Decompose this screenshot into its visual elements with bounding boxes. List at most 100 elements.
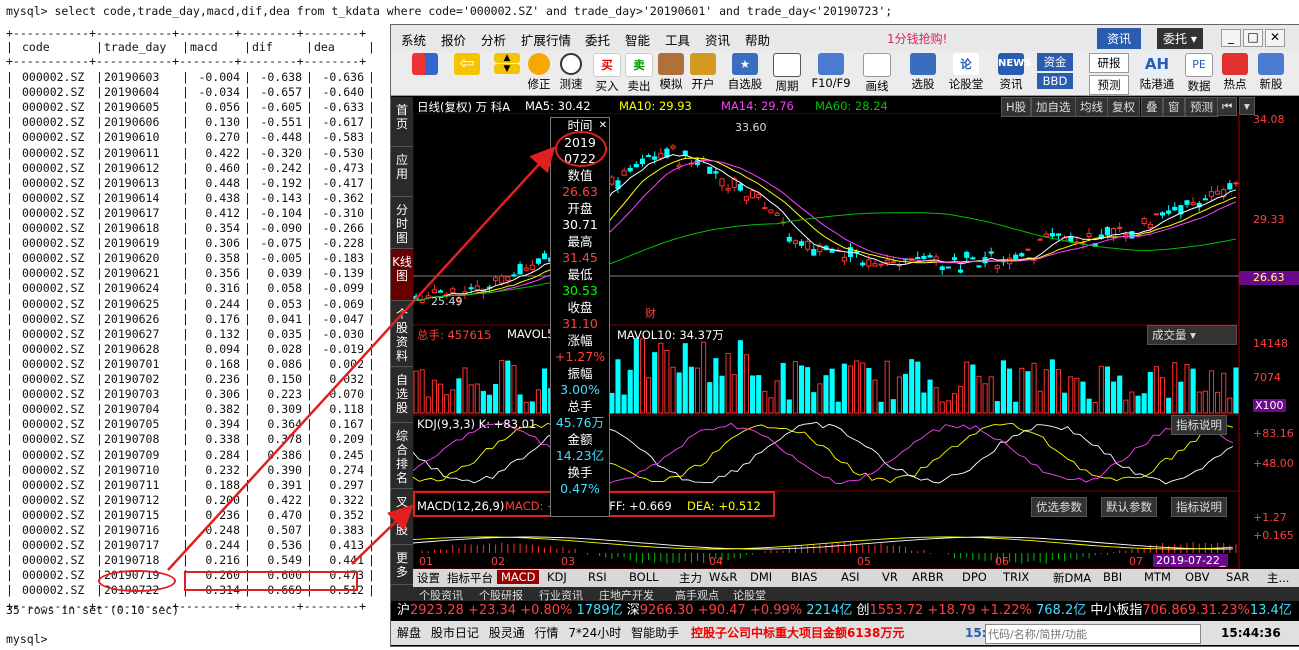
research-button[interactable]: 研报 预测 [1089,53,1129,95]
tooltip-close-icon[interactable]: ✕ [599,118,607,135]
candle [805,241,811,250]
tab-indicator-15[interactable]: 新DMA [1053,570,1091,586]
zx-index[interactable]: 706.869.3 [1142,603,1208,618]
period-button[interactable]: 周期 [771,53,803,94]
hk-connect-button[interactable]: AH 陆港通 [1137,53,1177,92]
menu-trade[interactable]: 委托 [585,30,610,49]
bbd-label[interactable]: BBD [1037,73,1073,89]
restore-icon[interactable]: □ [1243,29,1263,47]
tab-indicator-7[interactable]: W&R [709,570,737,584]
status-analysis[interactable]: 解盘 [397,626,421,640]
volume-bar [1104,366,1111,414]
tab-indicator-10[interactable]: ASI [841,570,860,584]
financial-report-marker[interactable]: 财 [645,305,656,321]
side-tab-intraday[interactable]: 分时图 [391,197,413,249]
tab-indicator-11[interactable]: VR [882,570,898,584]
kdj-explain-button[interactable]: 指标说明 [1171,415,1227,435]
open-account-button[interactable]: 开户 [687,53,719,92]
tab-indicator-3[interactable]: KDJ [547,570,567,584]
sell-button[interactable]: 卖卖出 [623,53,655,94]
menu-smart[interactable]: 智能 [625,30,650,49]
tab-indicator-19[interactable]: SAR [1226,570,1249,584]
side-tab-diagnose[interactable]: 叉诊股 [391,489,413,545]
tab-indicator-0[interactable]: 设置 [417,570,440,586]
menu-ext-market[interactable]: 扩展行情 [521,30,571,49]
close-icon[interactable]: ✕ [1265,29,1285,47]
tab-indicator-8[interactable]: DMI [750,570,772,584]
back-button[interactable]: ⇦ [451,53,483,76]
watchlist-button[interactable]: ★ 自选股 [725,53,765,92]
volume-bar [982,383,988,414]
info-button[interactable]: 资讯 [1097,28,1142,49]
tab-indicator-9[interactable]: BIAS [791,570,817,584]
menu-system[interactable]: 系统 [401,30,426,49]
sh-index[interactable]: 2923.28 [410,603,464,618]
simulate-button[interactable]: 模拟 [655,53,687,92]
draw-line-button[interactable]: 画线 [861,53,893,94]
tab-indicator-1[interactable]: 指标平台 [447,570,493,586]
stock-picker-button[interactable]: 选股 [907,53,939,92]
hotspot-button[interactable]: 热点 [1219,53,1251,92]
menu-analysis[interactable]: 分析 [481,30,506,49]
trade-dropdown[interactable]: 委托 ▾ [1157,28,1203,49]
forum-button[interactable]: 论论股堂 [947,53,985,92]
cell-dea: 0.413 [329,538,364,553]
side-tab-home[interactable]: 首页 [391,97,413,147]
tab-indicator-12[interactable]: ARBR [912,570,944,584]
tab-indicator-4[interactable]: RSI [588,570,607,584]
optimal-params-button[interactable]: 优选参数 [1031,497,1087,517]
volume-bar [468,384,474,414]
mavol10-label: MAVOL10: 34.37万 [617,328,724,342]
cy-index[interactable]: 1553.72 [870,603,924,618]
default-params-button[interactable]: 默认参数 [1101,497,1157,517]
buy-button[interactable]: 买买入 [591,53,623,94]
tab-macd-active[interactable]: MACD [497,570,540,584]
status-quotes[interactable]: 行情 [535,626,559,640]
side-tab-apps[interactable]: 应用 [391,147,413,197]
tab-indicator-17[interactable]: MTM [1144,570,1171,584]
forecast-label[interactable]: 预测 [1089,75,1129,95]
indicator-select[interactable]: 成交量 ▾ [1147,325,1237,345]
news-button[interactable]: NEWS 资讯 [995,53,1031,92]
f10-button[interactable]: F10/F9 [811,53,851,90]
ipo-button[interactable]: 新股 [1255,53,1287,92]
side-tab-watchlist[interactable]: 自选股 [391,367,413,423]
cell-day: 20190613 [104,175,160,190]
tab-indicator-5[interactable]: BOLL [629,570,659,584]
side-tab-profile[interactable]: 个股资料 [391,301,413,367]
side-tab-ranking[interactable]: 综合排名 [391,423,413,489]
cell-code: 000002.SZ [22,221,85,235]
side-tab-more[interactable]: 更多 [391,545,413,585]
minimize-icon[interactable]: _ [1221,29,1241,47]
revise-button[interactable]: 修正 [523,53,555,92]
news-headline[interactable]: 控股子公司中标重大项目金额6138万元 [691,626,904,640]
code-search-input[interactable] [985,624,1201,644]
tab-indicator-6[interactable]: 主力 [679,570,702,586]
funds-button[interactable]: 资金 BBD [1037,53,1073,89]
volume-bar [646,377,652,414]
status-lingtong[interactable]: 股灵通 [489,626,525,640]
menu-news[interactable]: 资讯 [705,30,730,49]
tab-indicator-13[interactable]: DPO [962,570,987,584]
tab-indicator-18[interactable]: OBV [1185,570,1209,584]
side-tab-kline[interactable]: K线图 [391,249,413,301]
menu-tools[interactable]: 工具 [665,30,690,49]
sz-label: 深 [626,603,640,618]
speedtest-button[interactable]: 测速 [555,53,587,92]
mysql-prompt[interactable]: mysql> [6,632,48,646]
tab-indicator-16[interactable]: BBI [1103,570,1122,584]
menu-help[interactable]: 帮助 [745,30,770,49]
up-button[interactable]: ▲ ▼ [491,53,523,75]
menu-quote[interactable]: 报价 [441,30,466,49]
macd-explain-button[interactable]: 指标说明 [1171,497,1227,517]
tab-indicator-14[interactable]: TRIX [1003,570,1029,584]
candle [958,269,964,273]
sz-index[interactable]: 9266.30 [640,603,694,618]
tab-indicator-20[interactable]: 主... [1267,570,1289,586]
status-diary[interactable]: 股市日记 [431,626,479,640]
data-button[interactable]: PE 数据 [1183,53,1215,94]
status-assistant[interactable]: 智能助手 [631,626,679,640]
layout-button[interactable] [409,53,441,76]
promo-link[interactable]: 1分钱抢购! [887,30,947,47]
status-247[interactable]: 7*24小时 [568,626,621,640]
